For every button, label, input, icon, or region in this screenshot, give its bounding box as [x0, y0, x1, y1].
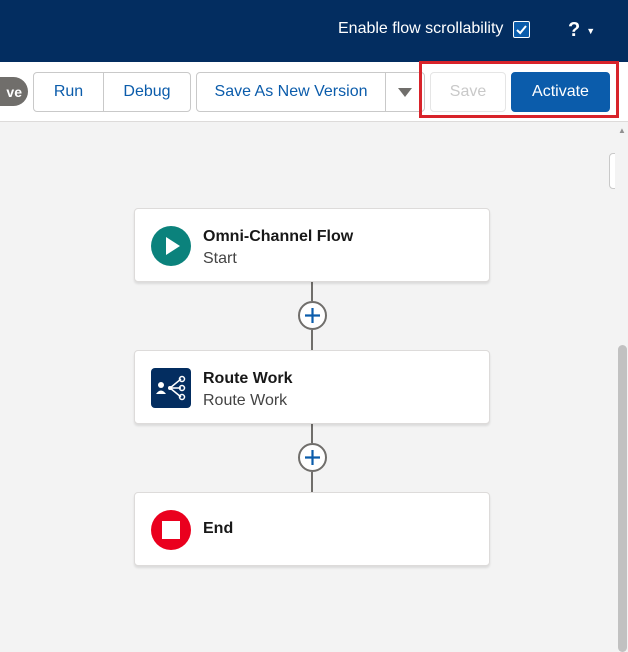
help-icon: ?	[568, 19, 581, 41]
status-badge: ve	[0, 77, 28, 106]
connector-line	[311, 472, 313, 492]
node-subtitle: Start	[203, 250, 237, 267]
save-button[interactable]: Save	[430, 72, 506, 112]
node-title: Route Work	[203, 370, 293, 387]
play-icon	[151, 226, 191, 266]
add-element-button[interactable]	[298, 443, 327, 472]
save-options-dropdown[interactable]	[385, 72, 425, 112]
flow-node-end[interactable]: End	[134, 492, 490, 566]
plus-icon	[305, 308, 320, 323]
connector-line	[311, 330, 313, 350]
node-subtitle: Route Work	[203, 392, 288, 409]
flow-node-start[interactable]: Omni-Channel Flow Start	[134, 208, 490, 282]
connector-line	[311, 281, 313, 301]
checkmark-icon	[516, 24, 528, 34]
debug-button[interactable]: Debug	[103, 72, 191, 112]
node-title: End	[203, 520, 234, 537]
vertical-scrollbar[interactable]: ▲	[615, 123, 628, 652]
run-button[interactable]: Run	[33, 72, 104, 112]
caret-down-icon	[398, 87, 412, 97]
plus-icon	[305, 450, 320, 465]
connector-line	[311, 423, 313, 443]
activate-button[interactable]: Activate	[511, 72, 610, 112]
save-as-new-version-button[interactable]: Save As New Version	[196, 72, 386, 112]
scrollability-toggle[interactable]: Enable flow scrollability	[338, 20, 531, 38]
header-bar: Enable flow scrollability ? ▼	[0, 0, 628, 62]
builder-toolbar: ve Run Debug Save As New Version Save Ac…	[0, 62, 628, 122]
stop-icon	[151, 510, 191, 550]
scroll-up-icon[interactable]: ▲	[618, 126, 626, 135]
route-work-icon	[151, 368, 191, 408]
scrollability-label: Enable flow scrollability	[338, 20, 504, 37]
chevron-down-icon: ▼	[586, 25, 596, 36]
scrollbar-thumb[interactable]	[618, 345, 627, 652]
add-element-button[interactable]	[298, 301, 327, 330]
help-menu[interactable]: ? ▼	[568, 19, 595, 42]
node-title: Omni-Channel Flow	[203, 228, 354, 245]
flow-node-route-work[interactable]: Route Work Route Work	[134, 350, 490, 424]
scrollability-checkbox[interactable]	[513, 20, 531, 38]
